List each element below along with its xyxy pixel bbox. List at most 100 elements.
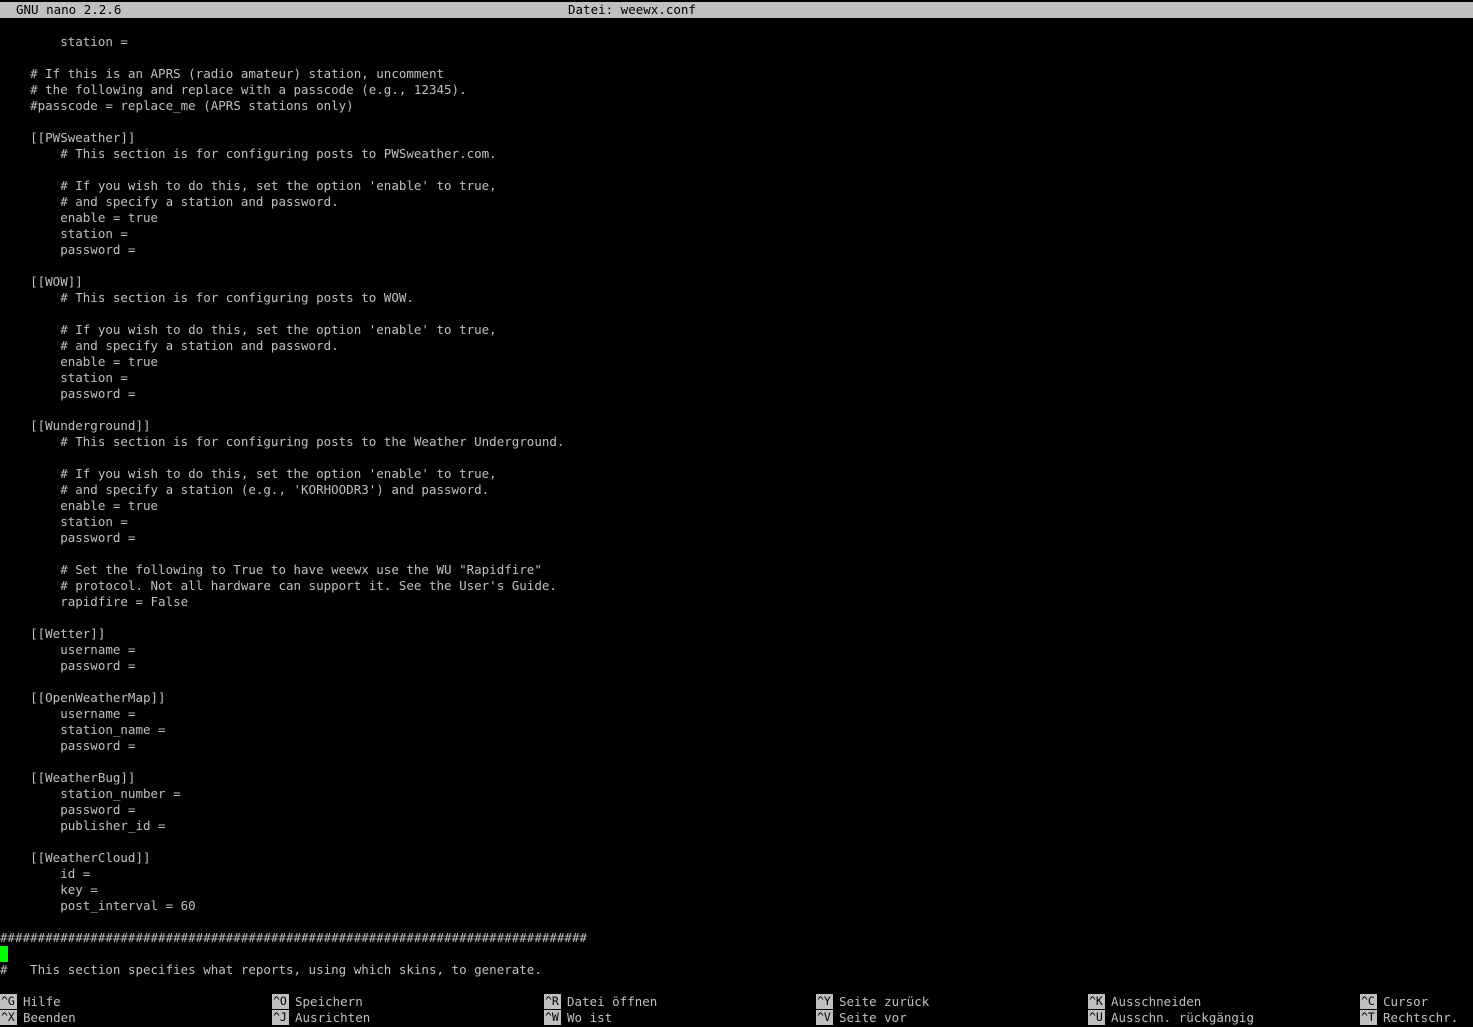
editor-line[interactable]: # If this is an APRS (radio amateur) sta… <box>0 66 1473 82</box>
editor-line[interactable]: password = <box>0 386 1473 402</box>
editor-line[interactable]: # This section specifies what reports, u… <box>0 962 1473 978</box>
shortcut-label: Datei öffnen <box>567 994 658 1009</box>
file-title: Datei: weewx.conf <box>568 2 696 17</box>
shortcut-key: ^R <box>544 994 561 1009</box>
editor-line[interactable]: enable = true <box>0 498 1473 514</box>
editor-line[interactable]: ########################################… <box>0 930 1473 946</box>
editor-line[interactable] <box>0 610 1473 626</box>
editor-line[interactable]: rapidfire = False <box>0 594 1473 610</box>
editor-line[interactable] <box>0 114 1473 130</box>
shortcut-ausschn-rückgängig[interactable]: ^U Ausschn. rückgängig <box>1088 1010 1254 1026</box>
editor-line[interactable]: station_name = <box>0 722 1473 738</box>
editor-line[interactable]: id = <box>0 866 1473 882</box>
shortcut-label: Seite zurück <box>839 994 930 1009</box>
editor-line[interactable] <box>0 50 1473 66</box>
editor-line[interactable]: #passcode = replace_me (APRS stations on… <box>0 98 1473 114</box>
editor-line[interactable]: station = <box>0 226 1473 242</box>
editor-line[interactable]: [[PWSweather]] <box>0 130 1473 146</box>
editor-line[interactable]: [[Wunderground]] <box>0 418 1473 434</box>
editor-line[interactable]: # and specify a station and password. <box>0 338 1473 354</box>
shortcut-key: ^J <box>272 1010 289 1025</box>
editor-line[interactable]: [[WeatherCloud]] <box>0 850 1473 866</box>
editor-line[interactable]: # and specify a station and password. <box>0 194 1473 210</box>
shortcut-ausschneiden[interactable]: ^K Ausschneiden <box>1088 994 1201 1010</box>
editor-line[interactable]: # This section is for configuring posts … <box>0 290 1473 306</box>
shortcut-ausrichten[interactable]: ^J Ausrichten <box>272 1010 370 1026</box>
shortcut-label: Speichern <box>295 994 363 1009</box>
editor-line[interactable]: # If you wish to do this, set the option… <box>0 178 1473 194</box>
shortcut-key: ^C <box>1360 994 1377 1009</box>
app-name: GNU nano 2.2.6 <box>16 2 122 17</box>
shortcut-key: ^Y <box>816 994 833 1009</box>
editor-line[interactable]: publisher_id = <box>0 818 1473 834</box>
editor-line[interactable] <box>0 258 1473 274</box>
editor-line[interactable]: # This section is for configuring posts … <box>0 146 1473 162</box>
editor-line[interactable]: # If you wish to do this, set the option… <box>0 466 1473 482</box>
editor-line[interactable] <box>0 754 1473 770</box>
shortcut-label: Beenden <box>23 1010 76 1025</box>
editor-line[interactable]: password = <box>0 658 1473 674</box>
shortcut-label: Wo ist <box>567 1010 613 1025</box>
shortcut-wo-ist[interactable]: ^W Wo ist <box>544 1010 612 1026</box>
shortcut-speichern[interactable]: ^O Speichern <box>272 994 363 1010</box>
shortcut-seite-vor[interactable]: ^V Seite vor <box>816 1010 907 1026</box>
editor-line[interactable]: [[WeatherBug]] <box>0 770 1473 786</box>
shortcut-key: ^K <box>1088 994 1105 1009</box>
editor-line[interactable] <box>0 306 1473 322</box>
editor-line[interactable]: password = <box>0 738 1473 754</box>
editor-line[interactable]: station = <box>0 514 1473 530</box>
editor-line[interactable] <box>0 674 1473 690</box>
editor-line[interactable] <box>0 402 1473 418</box>
shortcut-seite-zurück[interactable]: ^Y Seite zurück <box>816 994 929 1010</box>
editor-line[interactable]: # Set the following to True to have weew… <box>0 562 1473 578</box>
shortcut-bar: ^G Hilfe ^X Beenden ^O Speichern ^J Ausrichten ^… <box>0 994 1473 1026</box>
editor-line[interactable]: station_number = <box>0 786 1473 802</box>
shortcut-key: ^V <box>816 1010 833 1025</box>
editor-line[interactable]: key = <box>0 882 1473 898</box>
shortcut-cursor[interactable]: ^C Cursor <box>1360 994 1428 1010</box>
editor-line[interactable] <box>0 546 1473 562</box>
shortcut-key: ^W <box>544 1010 561 1025</box>
shortcut-label: Hilfe <box>23 994 61 1009</box>
editor-line[interactable]: password = <box>0 530 1473 546</box>
editor-line[interactable]: [[OpenWeatherMap]] <box>0 690 1473 706</box>
editor-line[interactable] <box>0 946 1473 962</box>
shortcut-datei-öffnen[interactable]: ^R Datei öffnen <box>544 994 657 1010</box>
editor-line[interactable]: # the following and replace with a passc… <box>0 82 1473 98</box>
editor-line[interactable] <box>0 162 1473 178</box>
editor-line[interactable]: station = <box>0 370 1473 386</box>
shortcut-key: ^T <box>1360 1010 1377 1025</box>
shortcut-label: Seite vor <box>839 1010 907 1025</box>
shortcut-label: Cursor <box>1383 994 1429 1009</box>
editor-line[interactable]: post_interval = 60 <box>0 898 1473 914</box>
text-cursor <box>0 946 8 962</box>
shortcut-key: ^O <box>272 994 289 1009</box>
title-bar: GNU nano 2.2.6 Datei: weewx.conf <box>0 2 1473 18</box>
editor-line[interactable]: enable = true <box>0 354 1473 370</box>
editor-line[interactable]: # This section is for configuring posts … <box>0 434 1473 450</box>
shortcut-label: Ausschneiden <box>1111 994 1202 1009</box>
editor-line[interactable]: username = <box>0 706 1473 722</box>
shortcut-key: ^G <box>0 994 17 1009</box>
editor-line[interactable]: [[WOW]] <box>0 274 1473 290</box>
shortcut-key: ^U <box>1088 1010 1105 1025</box>
editor-line[interactable]: [[Wetter]] <box>0 626 1473 642</box>
shortcut-label: Ausschn. rückgängig <box>1111 1010 1254 1025</box>
editor-line[interactable]: # If you wish to do this, set the option… <box>0 322 1473 338</box>
editor-line[interactable]: # protocol. Not all hardware can support… <box>0 578 1473 594</box>
shortcut-beenden[interactable]: ^X Beenden <box>0 1010 76 1026</box>
editor-line[interactable]: # and specify a station (e.g., 'KORHOODR… <box>0 482 1473 498</box>
editor-line[interactable]: username = <box>0 642 1473 658</box>
editor-line[interactable] <box>0 450 1473 466</box>
shortcut-hilfe[interactable]: ^G Hilfe <box>0 994 61 1010</box>
editor-line[interactable]: enable = true <box>0 210 1473 226</box>
editor-text-area[interactable]: station = # If this is an APRS (radio am… <box>0 34 1473 978</box>
editor-line[interactable] <box>0 914 1473 930</box>
shortcut-label: Ausrichten <box>295 1010 371 1025</box>
editor-line[interactable] <box>0 834 1473 850</box>
shortcut-rechtschr[interactable]: ^T Rechtschr. <box>1360 1010 1458 1026</box>
editor-line[interactable]: password = <box>0 242 1473 258</box>
editor-line[interactable]: password = <box>0 802 1473 818</box>
shortcut-label: Rechtschr. <box>1383 1010 1459 1025</box>
editor-line[interactable]: station = <box>0 34 1473 50</box>
